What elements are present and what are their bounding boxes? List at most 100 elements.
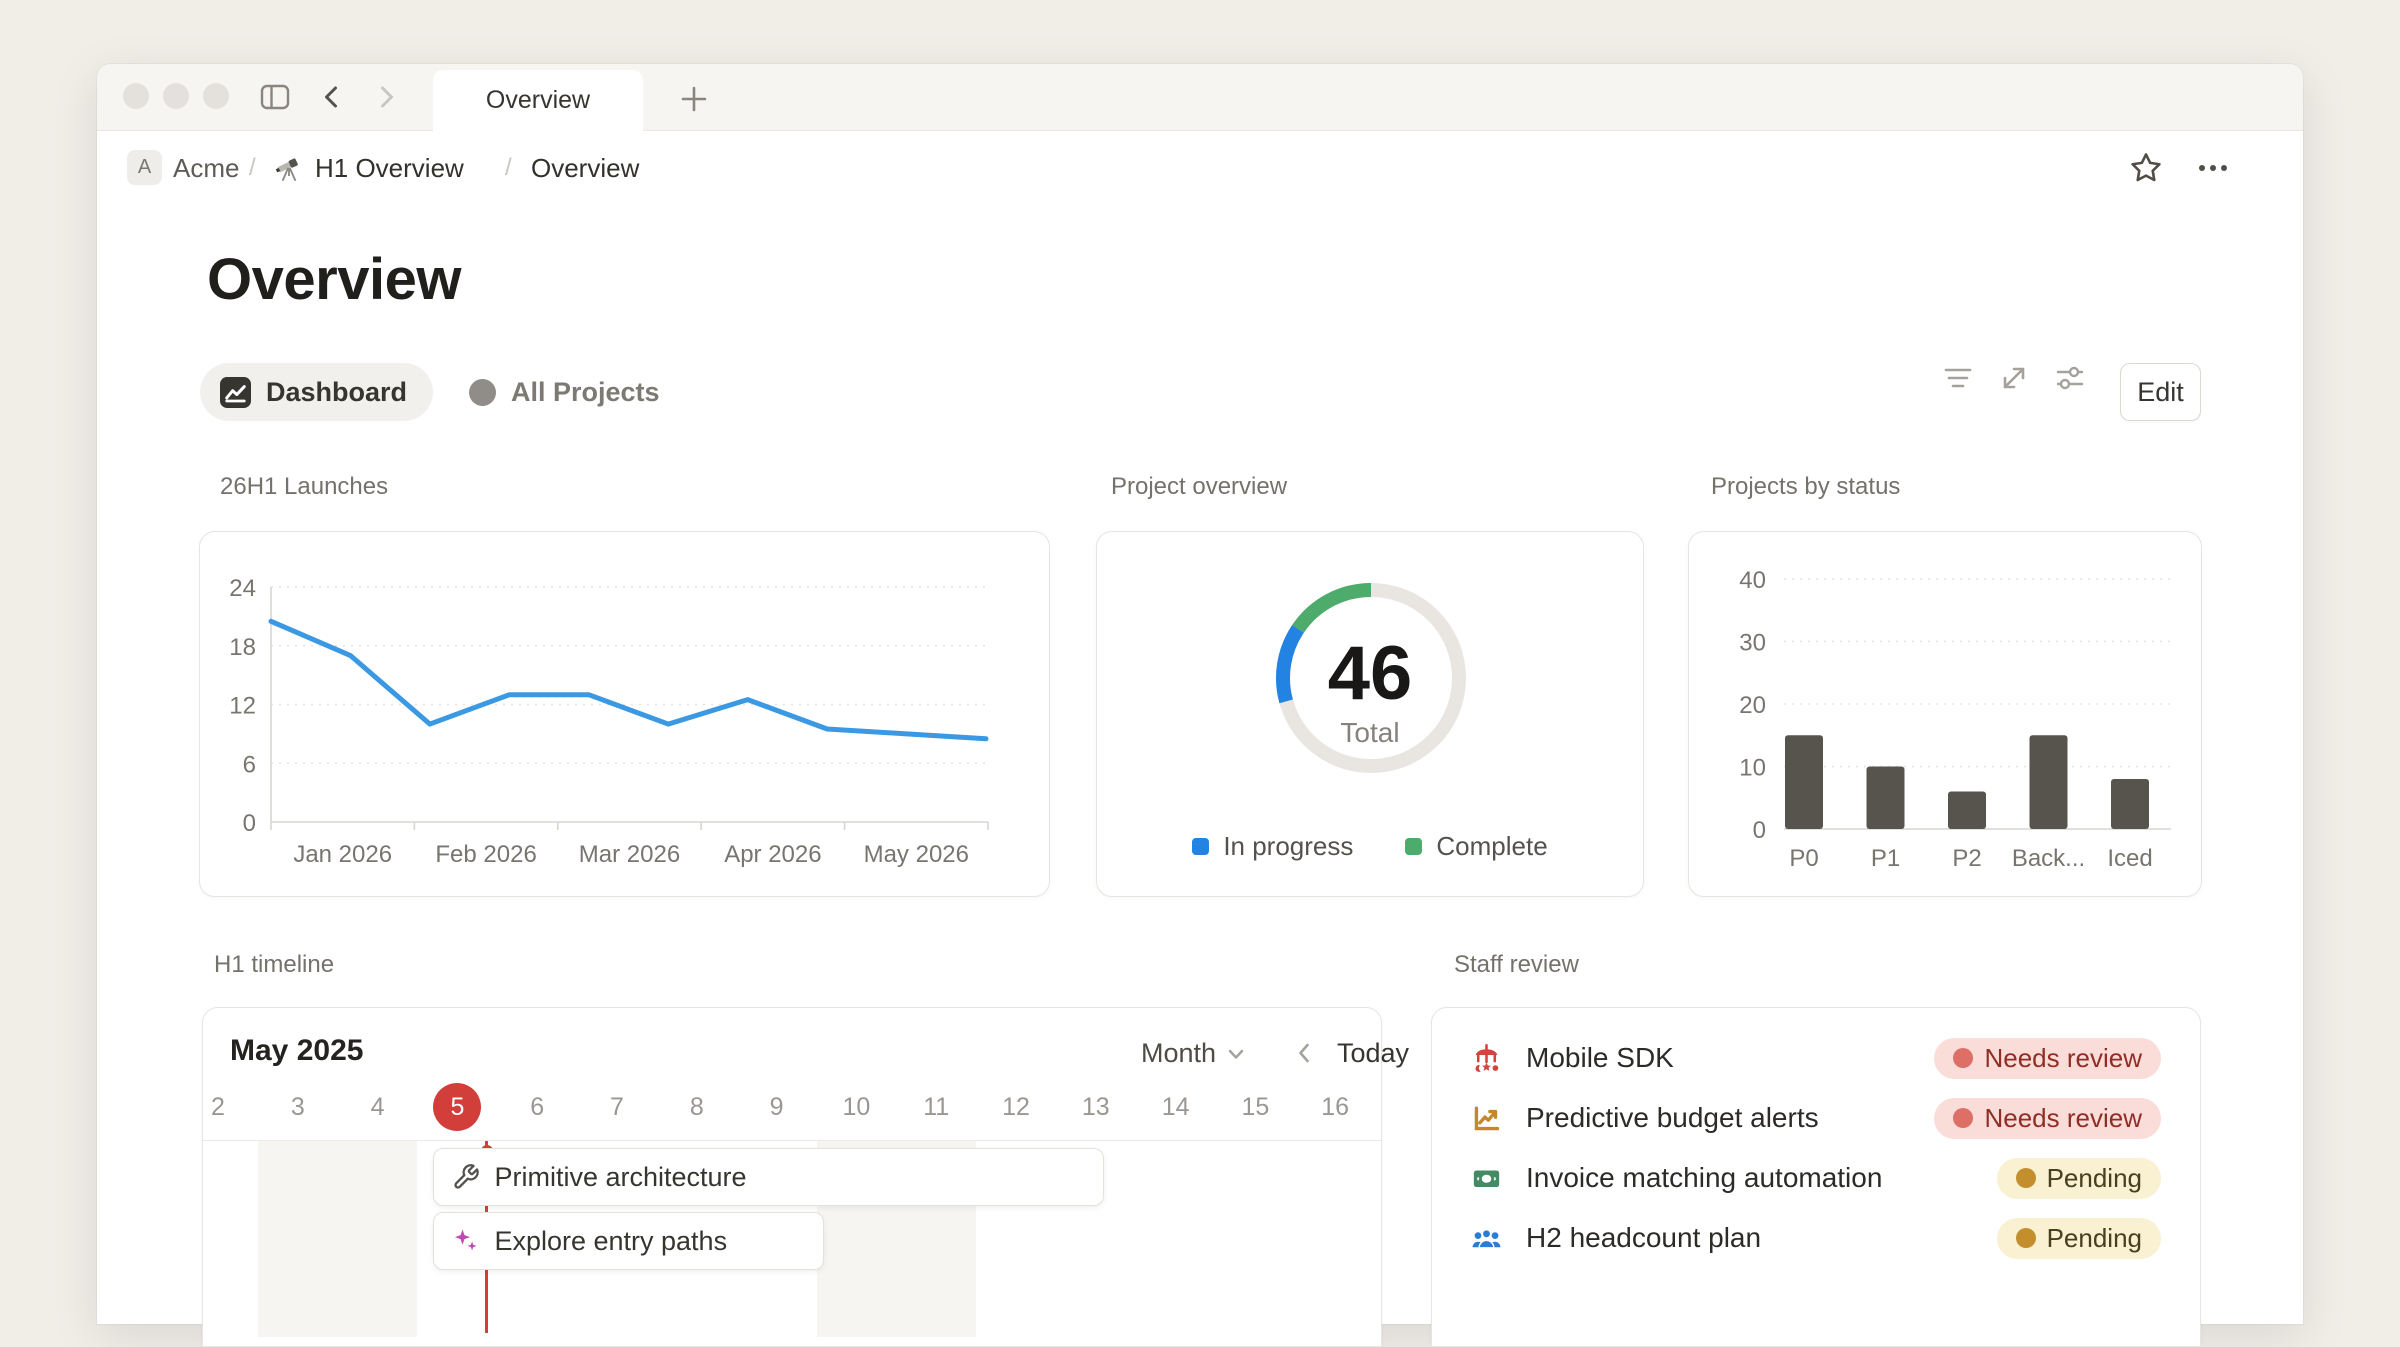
breadcrumb: A Acme / H1 Overview / Overview — [97, 131, 2303, 205]
view-settings-sliders-icon[interactable] — [2053, 361, 2087, 395]
trend-chart-icon — [1471, 1103, 1502, 1134]
timeline-day-3[interactable]: 3 — [274, 1083, 322, 1131]
timeline-day-4[interactable]: 4 — [354, 1083, 402, 1131]
timeline-view-selector[interactable]: Month — [1141, 1038, 1248, 1069]
staff-item-title: Invoice matching automation — [1526, 1162, 1973, 1194]
timeline-divider — [202, 1140, 1382, 1141]
back-icon[interactable] — [315, 80, 349, 114]
timeline-day-9[interactable]: 9 — [753, 1083, 801, 1131]
status-dot — [1953, 1108, 1973, 1128]
staff-row-1[interactable]: Mobile SDK Needs review — [1471, 1028, 2161, 1088]
tab-bar — [97, 64, 2303, 130]
edit-button-label: Edit — [2137, 377, 2184, 408]
forward-icon[interactable] — [369, 80, 403, 114]
line-chart-card: 06121824Jan 2026Feb 2026Mar 2026Apr 2026… — [199, 531, 1050, 897]
timeline-day-12[interactable]: 12 — [992, 1083, 1040, 1131]
status-label: Needs review — [1984, 1043, 2142, 1074]
timeline-day-13[interactable]: 13 — [1072, 1083, 1120, 1131]
status-badge[interactable]: Pending — [1997, 1158, 2161, 1199]
timeline-month-title: May 2025 — [230, 1034, 363, 1068]
status-dot — [2016, 1168, 2036, 1188]
staff-row-4[interactable]: H2 headcount plan Pending — [1471, 1208, 2161, 1268]
minimize-window-button[interactable] — [163, 83, 189, 109]
svg-text:May 2026: May 2026 — [864, 841, 969, 868]
breadcrumb-separator: / — [505, 154, 512, 182]
timeline-day-11[interactable]: 11 — [912, 1083, 960, 1131]
donut-legend: In progress Complete — [1096, 831, 1644, 862]
timeline-day-7[interactable]: 7 — [593, 1083, 641, 1131]
tab-overview[interactable]: Overview — [433, 70, 643, 131]
timeline-prev-icon[interactable] — [1291, 1040, 1317, 1066]
timeline-day-8[interactable]: 8 — [673, 1083, 721, 1131]
status-dot — [2016, 1228, 2036, 1248]
svg-text:40: 40 — [1739, 567, 1766, 594]
timeline-day-14[interactable]: 14 — [1152, 1083, 1200, 1131]
svg-text:6: 6 — [243, 751, 256, 778]
weekend-band — [258, 1141, 418, 1337]
chevron-down-icon — [1224, 1042, 1248, 1066]
timeline-today-button[interactable]: Today — [1337, 1038, 1409, 1069]
timeline-day-16[interactable]: 16 — [1311, 1083, 1359, 1131]
svg-text:P1: P1 — [1871, 845, 1900, 872]
legend-label: In progress — [1223, 831, 1353, 862]
section-label-launches: 26H1 Launches — [220, 473, 388, 501]
more-options-icon[interactable] — [2194, 155, 2232, 181]
staff-row-3[interactable]: Invoice matching automation Pending — [1471, 1148, 2161, 1208]
app-window: Overview A Acme / H1 Overview / Overview… — [97, 64, 2303, 1324]
staff-item-title: H2 headcount plan — [1526, 1222, 1973, 1254]
tab-all-projects-label: All Projects — [511, 377, 660, 408]
status-label: Pending — [2047, 1223, 2142, 1254]
staff-row-2[interactable]: Predictive budget alertsNeeds review — [1471, 1088, 2161, 1148]
edit-button[interactable]: Edit — [2120, 363, 2201, 421]
breadcrumb-item-overview[interactable]: Overview — [531, 153, 639, 184]
sparkles-icon — [452, 1227, 480, 1255]
timeline-day-2[interactable]: 2 — [194, 1083, 242, 1131]
status-badge[interactable]: Needs review — [1934, 1098, 2161, 1139]
sidebar-toggle-icon[interactable] — [258, 80, 292, 114]
tabbar-divider — [97, 130, 2303, 131]
tab-all-projects[interactable]: All Projects — [469, 363, 660, 421]
zoom-window-button[interactable] — [203, 83, 229, 109]
timeline-day-6[interactable]: 6 — [513, 1083, 561, 1131]
svg-text:P2: P2 — [1952, 845, 1981, 872]
filter-icon[interactable] — [1941, 361, 1975, 395]
timeline-day-15[interactable]: 15 — [1231, 1083, 1279, 1131]
svg-text:Back...: Back... — [2012, 845, 2085, 872]
timeline-day-10[interactable]: 10 — [832, 1083, 880, 1131]
launches-line-chart: 06121824Jan 2026Feb 2026Mar 2026Apr 2026… — [200, 532, 1051, 898]
workspace-avatar[interactable]: A — [127, 150, 162, 185]
status-badge[interactable]: Needs review — [1934, 1038, 2161, 1079]
svg-text:12: 12 — [229, 693, 256, 720]
svg-text:Jan 2026: Jan 2026 — [293, 841, 392, 868]
bar-chart-card: 010203040P0P1P2Back...Iced — [1688, 531, 2202, 897]
telescope-icon — [273, 152, 305, 184]
section-label-project-overview: Project overview — [1111, 473, 1287, 501]
staff-item-title: Mobile SDK — [1526, 1042, 1910, 1074]
timeline-event-1[interactable]: Primitive architecture — [433, 1148, 1103, 1206]
tab-dashboard[interactable]: Dashboard — [200, 363, 433, 421]
dashboard-chart-icon — [220, 377, 251, 408]
tab-label: Overview — [486, 86, 590, 115]
expand-icon[interactable] — [1997, 361, 2031, 395]
svg-text:30: 30 — [1739, 630, 1766, 657]
wrench-icon — [452, 1163, 480, 1191]
status-label: Needs review — [1984, 1103, 2142, 1134]
legend-swatch-blue — [1192, 838, 1209, 855]
timeline-event-2[interactable]: Explore entry paths — [433, 1212, 824, 1270]
legend-label: Complete — [1436, 831, 1547, 862]
timeline-view-mode-label: Month — [1141, 1038, 1216, 1069]
svg-text:10: 10 — [1739, 755, 1766, 782]
timeline-event-title: Primitive architecture — [494, 1162, 746, 1193]
status-badge[interactable]: Pending — [1997, 1218, 2161, 1259]
breadcrumb-item-acme[interactable]: Acme — [173, 153, 239, 184]
carousel-icon — [1471, 1043, 1502, 1074]
breadcrumb-item-h1-overview[interactable]: H1 Overview — [315, 153, 464, 184]
status-dot — [1953, 1048, 1973, 1068]
legend-item-complete: Complete — [1405, 831, 1547, 862]
svg-text:Mar 2026: Mar 2026 — [579, 841, 680, 868]
status-label: Pending — [2047, 1163, 2142, 1194]
close-window-button[interactable] — [123, 83, 149, 109]
breadcrumb-separator: / — [249, 154, 256, 182]
new-tab-plus-icon[interactable] — [677, 82, 711, 116]
favorite-star-icon[interactable] — [2127, 149, 2165, 187]
